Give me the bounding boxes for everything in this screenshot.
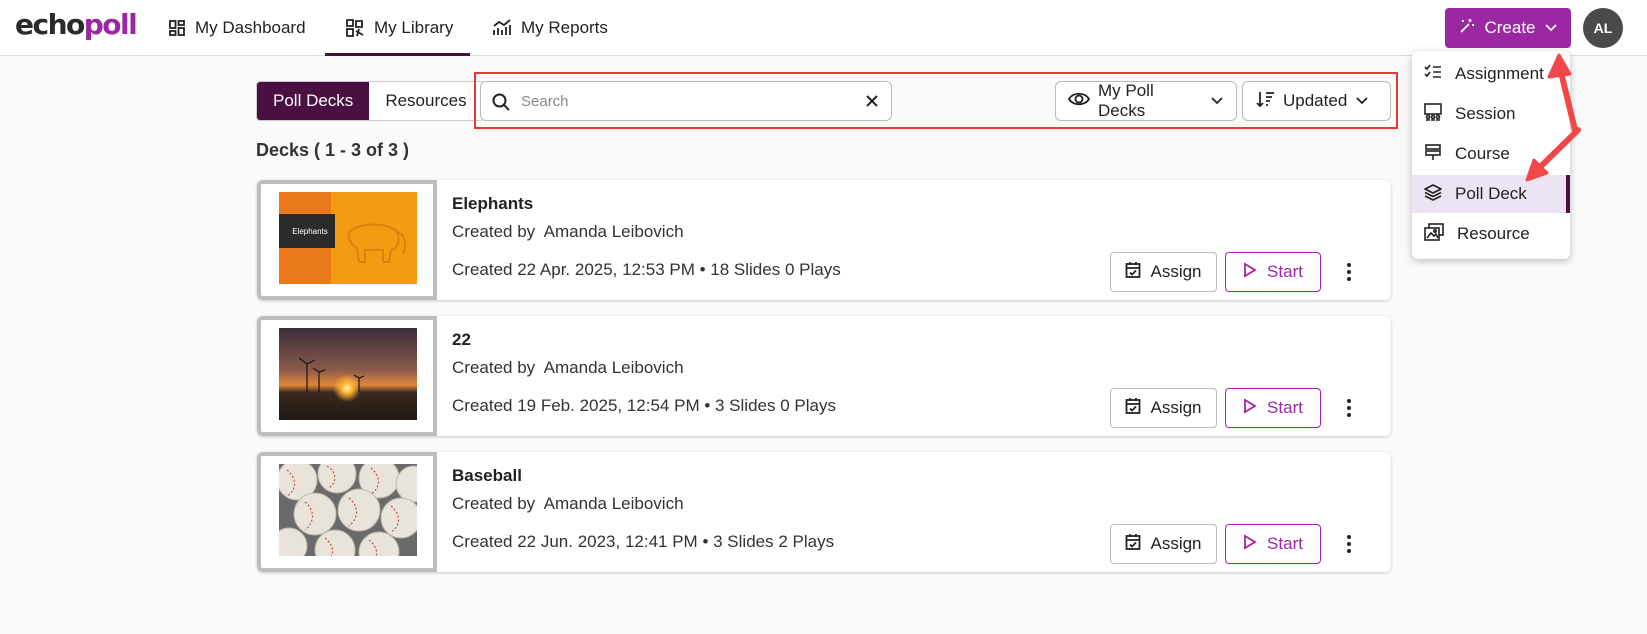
deck-meta: Created 19 Feb. 2025, 12:54 PM • 3 Slide…	[452, 396, 836, 415]
deck-title[interactable]: Elephants	[452, 194, 533, 214]
dashboard-icon	[168, 19, 186, 37]
chevron-down-icon	[1355, 91, 1369, 111]
nav-label: My Dashboard	[195, 18, 306, 37]
menu-item-assignment[interactable]: Assignment	[1412, 55, 1570, 93]
assign-label: Assign	[1150, 398, 1202, 417]
magic-wand-icon	[1458, 17, 1476, 40]
resource-icon	[1424, 222, 1444, 246]
library-icon	[345, 18, 365, 38]
deck-thumbnail-elephants: Elephants	[279, 192, 417, 284]
deck-author: Created by Amanda Leibovich	[452, 222, 684, 241]
deck-card[interactable]: Elephants Elephants Created by Amanda Le…	[257, 180, 1391, 300]
deck-thumbnail-frame	[257, 316, 437, 436]
play-icon	[1243, 261, 1257, 283]
chevron-down-icon	[1544, 18, 1558, 38]
course-icon	[1424, 143, 1442, 166]
create-button[interactable]: Create	[1445, 8, 1571, 48]
search-icon	[491, 92, 511, 117]
search-input[interactable]	[521, 87, 841, 115]
more-options-icon[interactable]	[1339, 396, 1359, 420]
more-options-icon[interactable]	[1339, 260, 1359, 284]
menu-item-session[interactable]: Session	[1412, 95, 1570, 133]
sort-label: Updated	[1283, 91, 1348, 110]
start-label: Start	[1267, 534, 1303, 553]
sort-dropdown[interactable]: Updated	[1242, 81, 1391, 121]
top-nav-bar: echopoll My Dashboard My Library My Repo…	[0, 0, 1647, 56]
sort-icon	[1255, 90, 1275, 113]
start-label: Start	[1267, 262, 1303, 281]
deck-thumbnail-frame	[257, 452, 437, 572]
deck-thumbnail-baseballs	[279, 464, 417, 556]
play-icon	[1243, 397, 1257, 419]
tab-resources[interactable]: Resources	[369, 82, 482, 120]
nav-my-dashboard[interactable]: My Dashboard	[168, 0, 306, 56]
assign-button[interactable]: Assign	[1110, 388, 1217, 428]
deck-card[interactable]: 22 Created by Amanda Leibovich Created 1…	[257, 316, 1391, 436]
calendar-check-icon	[1125, 261, 1141, 284]
menu-item-resource[interactable]: Resource	[1412, 215, 1570, 253]
play-icon	[1243, 533, 1257, 555]
deck-count-heading: Decks ( 1 - 3 of 3 )	[256, 140, 410, 160]
deck-meta: Created 22 Apr. 2025, 12:53 PM • 18 Slid…	[452, 260, 841, 279]
thumbnail-caption: Elephants	[292, 227, 328, 236]
start-button[interactable]: Start	[1225, 524, 1321, 564]
calendar-check-icon	[1125, 397, 1141, 420]
deck-card[interactable]: Baseball Created by Amanda Leibovich Cre…	[257, 452, 1391, 572]
menu-item-label: Resource	[1457, 224, 1530, 243]
assign-label: Assign	[1150, 262, 1202, 281]
user-avatar[interactable]: AL	[1583, 8, 1623, 48]
deck-thumbnail-sunset	[279, 328, 417, 420]
nav-label: My Reports	[521, 18, 608, 37]
checklist-icon	[1424, 64, 1442, 85]
menu-item-label: Session	[1455, 104, 1516, 123]
session-icon	[1424, 102, 1442, 126]
eye-icon	[1067, 91, 1091, 112]
nav-label: My Library	[374, 18, 454, 37]
deck-meta: Created 22 Jun. 2023, 12:41 PM • 3 Slide…	[452, 532, 835, 551]
menu-item-poll-deck[interactable]: Poll Deck	[1412, 175, 1570, 213]
menu-item-course[interactable]: Course	[1412, 135, 1570, 173]
menu-item-label: Poll Deck	[1455, 184, 1527, 203]
calendar-check-icon	[1125, 533, 1141, 556]
start-label: Start	[1267, 398, 1303, 417]
library-tabs: Poll Decks Resources	[256, 81, 484, 121]
clear-search-icon[interactable]	[863, 92, 881, 115]
assign-button[interactable]: Assign	[1110, 524, 1217, 564]
create-menu: Assignment Session Course Poll Deck Reso…	[1412, 51, 1570, 259]
search-box	[480, 81, 892, 121]
menu-item-label: Assignment	[1455, 64, 1544, 83]
start-button[interactable]: Start	[1225, 252, 1321, 292]
deck-author: Created by Amanda Leibovich	[452, 358, 684, 377]
assign-label: Assign	[1150, 534, 1202, 553]
more-options-icon[interactable]	[1339, 532, 1359, 556]
chevron-down-icon	[1210, 91, 1224, 111]
deck-author: Created by Amanda Leibovich	[452, 494, 684, 513]
deck-title[interactable]: Baseball	[452, 466, 522, 486]
visibility-filter-label: My Poll Decks	[1098, 81, 1154, 120]
visibility-filter-dropdown[interactable]: My Poll Decks	[1055, 81, 1237, 121]
assign-button[interactable]: Assign	[1110, 252, 1217, 292]
menu-item-label: Course	[1455, 144, 1510, 163]
tab-poll-decks[interactable]: Poll Decks	[257, 82, 370, 120]
echopoll-logo[interactable]: echopoll	[15, 8, 138, 41]
deck-title[interactable]: 22	[452, 330, 471, 350]
nav-my-reports[interactable]: My Reports	[492, 0, 608, 56]
layers-icon	[1424, 183, 1442, 206]
nav-my-library[interactable]: My Library	[325, 0, 470, 56]
create-label: Create	[1484, 18, 1536, 37]
start-button[interactable]: Start	[1225, 388, 1321, 428]
deck-thumbnail-frame: Elephants	[257, 180, 437, 300]
reports-icon	[492, 19, 512, 37]
